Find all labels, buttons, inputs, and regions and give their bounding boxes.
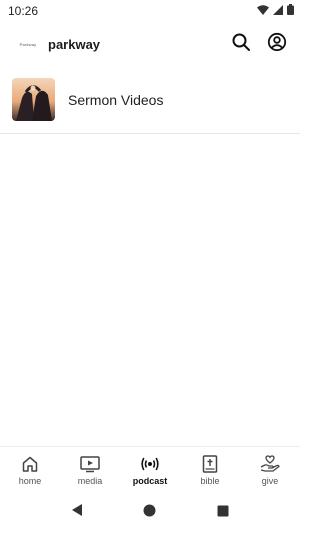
list-item-title: Sermon Videos: [68, 91, 164, 108]
app-actions: [228, 31, 290, 57]
home-icon: [20, 454, 40, 474]
nav-item-media[interactable]: media: [60, 447, 120, 492]
bottom-nav: home media podcast bible give: [0, 446, 300, 492]
media-icon: [80, 454, 100, 474]
brand-logo: Parkway: [14, 37, 42, 51]
nav-label-podcast: podcast: [132, 475, 168, 486]
back-triangle-icon: [71, 503, 83, 522]
home-circle-icon: [143, 504, 156, 522]
podcast-icon: [140, 454, 160, 474]
recents-square-icon: [217, 504, 229, 522]
nav-label-media: media: [77, 475, 103, 486]
status-icons: [257, 2, 294, 20]
search-icon: [231, 32, 251, 57]
system-nav-bar: [0, 492, 300, 533]
account-icon: [267, 32, 287, 57]
list-item[interactable]: Sermon Videos: [0, 66, 300, 134]
account-button[interactable]: [264, 31, 290, 57]
nav-label-bible: bible: [200, 475, 220, 486]
app-bar: Parkway parkway: [0, 22, 300, 66]
brand-logo-text: Parkway: [19, 41, 37, 47]
status-time: 10:26: [8, 4, 39, 18]
back-button[interactable]: [65, 501, 89, 525]
home-system-button[interactable]: [138, 501, 162, 525]
nav-item-give[interactable]: give: [240, 447, 300, 492]
nav-item-podcast[interactable]: podcast: [120, 447, 180, 492]
sermon-thumbnail: [12, 78, 55, 121]
nav-item-home[interactable]: home: [0, 447, 60, 492]
content-list: Sermon Videos: [0, 66, 300, 446]
signal-icon: [273, 2, 283, 20]
wifi-icon: [257, 2, 269, 20]
nav-label-give: give: [261, 475, 279, 486]
nav-item-bible[interactable]: bible: [180, 447, 240, 492]
battery-icon: [287, 2, 294, 20]
recents-button[interactable]: [211, 501, 235, 525]
app-title: parkway: [48, 36, 101, 52]
bible-icon: [200, 454, 220, 474]
search-button[interactable]: [228, 31, 254, 57]
give-icon: [260, 454, 280, 474]
nav-label-home: home: [18, 475, 42, 486]
status-bar: 10:26: [0, 0, 300, 22]
